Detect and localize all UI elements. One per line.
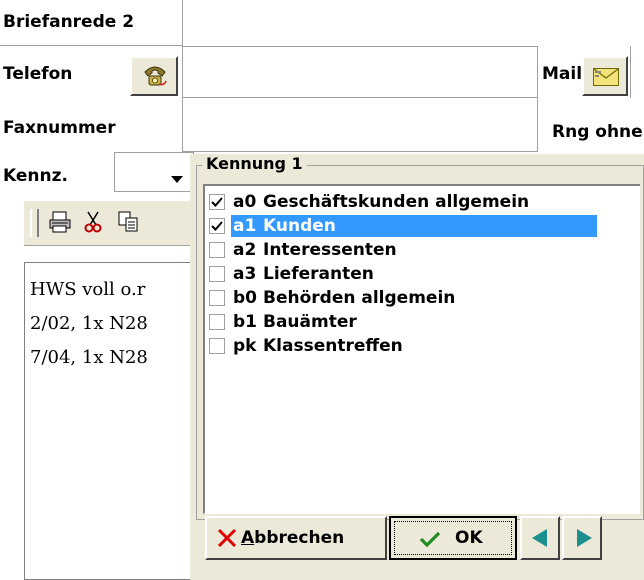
item-code: a2 bbox=[233, 240, 257, 260]
kennung-popup: Kennung 1 a0 Geschäftskunden allgemein a1 K… bbox=[190, 154, 644, 580]
checkbox[interactable] bbox=[209, 218, 225, 234]
arrow-right-icon bbox=[576, 529, 592, 551]
rng-ohne-label: Rng ohne bbox=[552, 122, 643, 142]
checkmark-icon bbox=[211, 197, 223, 207]
checklist-item[interactable]: a0 Geschäftskunden allgemein bbox=[209, 190, 635, 214]
item-label: Lieferanten bbox=[263, 264, 374, 284]
checkbox[interactable] bbox=[209, 266, 225, 282]
memo-line: 2/02, 1x N28 bbox=[30, 313, 148, 334]
kennung-group-title: Kennung 1 bbox=[202, 154, 307, 173]
memo-area[interactable]: HWS voll o.r 2/02, 1x N28 7/04, 1x N28 bbox=[24, 262, 202, 580]
mail-label: Mail bbox=[542, 64, 583, 84]
phone-dial-button[interactable] bbox=[130, 56, 178, 96]
checklist-item[interactable]: pk Klassentreffen bbox=[209, 334, 635, 358]
item-code: pk bbox=[233, 336, 257, 356]
scissors-icon[interactable] bbox=[84, 211, 102, 237]
cancel-label-rest: bbrechen bbox=[254, 528, 345, 548]
briefanrede-field[interactable] bbox=[182, 0, 644, 46]
checklist-item-text: a3 Lieferanten bbox=[231, 263, 378, 285]
telephone-icon bbox=[142, 64, 168, 92]
mail-field-edge[interactable] bbox=[630, 46, 644, 98]
mail-button[interactable] bbox=[582, 56, 628, 96]
item-label: Behörden allgemein bbox=[263, 288, 456, 308]
cancel-label: Abbrechen bbox=[241, 528, 344, 548]
checklist-item[interactable]: a1 Kunden bbox=[209, 214, 635, 238]
item-code: a0 bbox=[233, 192, 257, 212]
checkmark-icon bbox=[419, 530, 441, 552]
previous-button[interactable] bbox=[520, 516, 560, 560]
close-icon bbox=[217, 528, 237, 552]
item-label: Klassentreffen bbox=[263, 336, 403, 356]
briefanrede-label: Briefanrede 2 bbox=[3, 12, 135, 32]
checkbox[interactable] bbox=[209, 194, 225, 210]
telefon-label: Telefon bbox=[3, 64, 73, 84]
arrow-left-icon bbox=[532, 529, 548, 551]
editor-toolbar bbox=[24, 200, 194, 246]
cancel-button[interactable]: Abbrechen bbox=[205, 516, 387, 560]
checklist-item[interactable]: b0 Behörden allgemein bbox=[209, 286, 635, 310]
checklist-item-text: pk Klassentreffen bbox=[231, 335, 407, 357]
item-label: Bauämter bbox=[263, 312, 357, 332]
checklist-item-text: b0 Behörden allgemein bbox=[231, 287, 459, 309]
item-code: b1 bbox=[233, 312, 257, 332]
item-code: b0 bbox=[233, 288, 257, 308]
toolbar-grip bbox=[30, 209, 39, 237]
checklist-item-text: a1 Kunden bbox=[231, 215, 597, 237]
kennz-combobox[interactable] bbox=[114, 152, 194, 192]
cancel-accelerator: A bbox=[241, 528, 255, 548]
item-label: Interessenten bbox=[263, 240, 397, 260]
memo-line: HWS voll o.r bbox=[30, 279, 146, 300]
item-label: Kunden bbox=[263, 216, 336, 236]
checklist-item-text: b1 Bauämter bbox=[231, 311, 361, 333]
telefon-field[interactable] bbox=[182, 46, 538, 98]
ok-button[interactable]: OK bbox=[389, 516, 517, 560]
checklist-item[interactable]: a3 Lieferanten bbox=[209, 262, 635, 286]
checklist-item[interactable]: b1 Bauämter bbox=[209, 310, 635, 334]
faxnummer-field[interactable] bbox=[182, 97, 538, 152]
checkbox[interactable] bbox=[209, 338, 225, 354]
chevron-down-icon[interactable] bbox=[171, 169, 183, 188]
kennung-checklist[interactable]: a0 Geschäftskunden allgemein a1 Kunden a2 Int… bbox=[203, 184, 640, 514]
checklist-item[interactable]: a2 Interessenten bbox=[209, 238, 635, 262]
checkmark-icon bbox=[211, 221, 223, 231]
ok-label: OK bbox=[455, 528, 483, 548]
kennz-label: Kennz. bbox=[3, 166, 68, 186]
item-label: Geschäftskunden allgemein bbox=[263, 192, 530, 212]
item-code: a3 bbox=[233, 264, 257, 284]
checkbox[interactable] bbox=[209, 314, 225, 330]
item-code: a1 bbox=[233, 216, 257, 236]
checkbox[interactable] bbox=[209, 242, 225, 258]
checklist-item-text: a2 Interessenten bbox=[231, 239, 401, 261]
checkbox[interactable] bbox=[209, 290, 225, 306]
copy-icon[interactable] bbox=[118, 211, 140, 237]
envelope-icon bbox=[593, 68, 619, 90]
briefanrede-row: Briefanrede 2 bbox=[0, 0, 644, 46]
memo-line: 7/04, 1x N28 bbox=[30, 347, 148, 368]
faxnummer-label: Faxnummer bbox=[3, 118, 116, 138]
checklist-item-text: a0 Geschäftskunden allgemein bbox=[231, 191, 533, 213]
printer-icon[interactable] bbox=[48, 211, 72, 237]
next-button[interactable] bbox=[562, 516, 602, 560]
